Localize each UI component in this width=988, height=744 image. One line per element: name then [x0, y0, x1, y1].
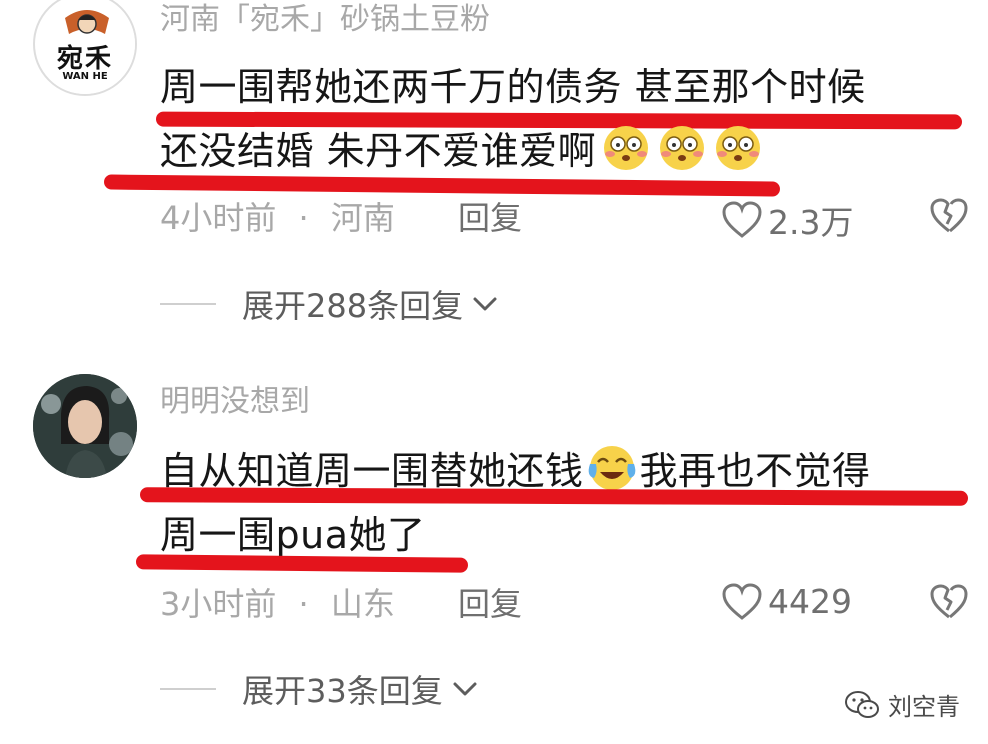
comment-location: 河南: [330, 199, 395, 237]
broken-heart-icon: [930, 198, 968, 233]
avatar[interactable]: 宛禾 WAN HE: [33, 0, 137, 96]
avatar[interactable]: [33, 374, 137, 478]
like-count: 2.3万: [768, 203, 854, 242]
expand-replies-label: 展开33条回复: [242, 672, 443, 710]
like-count: 4429: [768, 582, 852, 621]
heart-outline-icon: [722, 582, 762, 620]
highlight-underline: [103, 174, 781, 197]
user-photo-icon: [33, 374, 137, 478]
comment-time: 3小时前: [160, 585, 277, 623]
highlight-underline: [139, 487, 969, 506]
dizzy-face-emoji-icon: [660, 126, 705, 170]
avatar-brand-text: 宛禾: [56, 44, 113, 74]
comment-meta: 3小时前 · 山东: [160, 584, 395, 624]
comment-item: 明明没想到 自从知道周一围替她还钱 我再也不觉得 周一围pua她了 3小时前 ·…: [0, 372, 988, 712]
comment-text-line: 周一围帮她还两千万的债务 甚至那个时候: [160, 62, 866, 112]
dizzy-face-emoji-icon: [604, 126, 649, 170]
divider: [160, 688, 216, 690]
tears-of-joy-emoji-icon: [588, 446, 635, 490]
broken-heart-icon: [930, 584, 968, 619]
like-button[interactable]: 4429: [722, 582, 852, 621]
comment-location: 山东: [330, 585, 395, 623]
username[interactable]: 河南「宛禾」砂锅土豆粉: [160, 0, 490, 40]
dislike-button[interactable]: [930, 198, 968, 238]
comment-text: 周一围帮她还两千万的债务 甚至那个时候: [160, 65, 866, 109]
dizzy-face-emoji-icon: [716, 126, 761, 170]
meta-separator: ·: [298, 199, 309, 237]
comment-text: 我再也不觉得: [639, 449, 871, 493]
username[interactable]: 明明没想到: [160, 382, 310, 422]
comment-text: 自从知道周一围替她还钱: [160, 449, 584, 493]
avatar-brand-subtext: WAN HE: [62, 71, 108, 82]
comment-text: 周一围pua她了: [160, 513, 426, 557]
wechat-icon: [845, 690, 879, 718]
expand-replies[interactable]: 展开33条回复: [160, 666, 479, 712]
expand-replies-label: 展开288条回复: [242, 287, 464, 325]
reply-button[interactable]: 回复: [458, 584, 522, 624]
meta-separator: ·: [298, 585, 309, 623]
reply-button[interactable]: 回复: [458, 198, 522, 238]
dislike-button[interactable]: [930, 584, 968, 624]
comment-time: 4小时前: [160, 199, 277, 237]
chevron-down-icon: [453, 682, 477, 696]
highlight-underline: [135, 554, 469, 573]
comment-meta: 4小时前 · 河南: [160, 198, 395, 238]
like-button[interactable]: 2.3万: [722, 196, 853, 244]
watermark: 刘空青: [844, 687, 960, 722]
comment-text: 还没结婚 朱丹不爱谁爱啊: [160, 129, 597, 173]
watermark-text: 刘空青: [888, 693, 960, 721]
chevron-down-icon: [473, 297, 497, 311]
divider: [160, 303, 216, 305]
heart-outline-icon: [722, 201, 762, 238]
expand-replies[interactable]: 展开288条回复: [160, 281, 499, 327]
comment-item: 宛禾 WAN HE 河南「宛禾」砂锅土豆粉 周一围帮她还两千万的债务 甚至那个时…: [0, 0, 988, 360]
comment-text-line: 还没结婚 朱丹不爱谁爱啊: [160, 124, 764, 176]
comment-text-line: 周一围pua她了: [160, 510, 426, 560]
